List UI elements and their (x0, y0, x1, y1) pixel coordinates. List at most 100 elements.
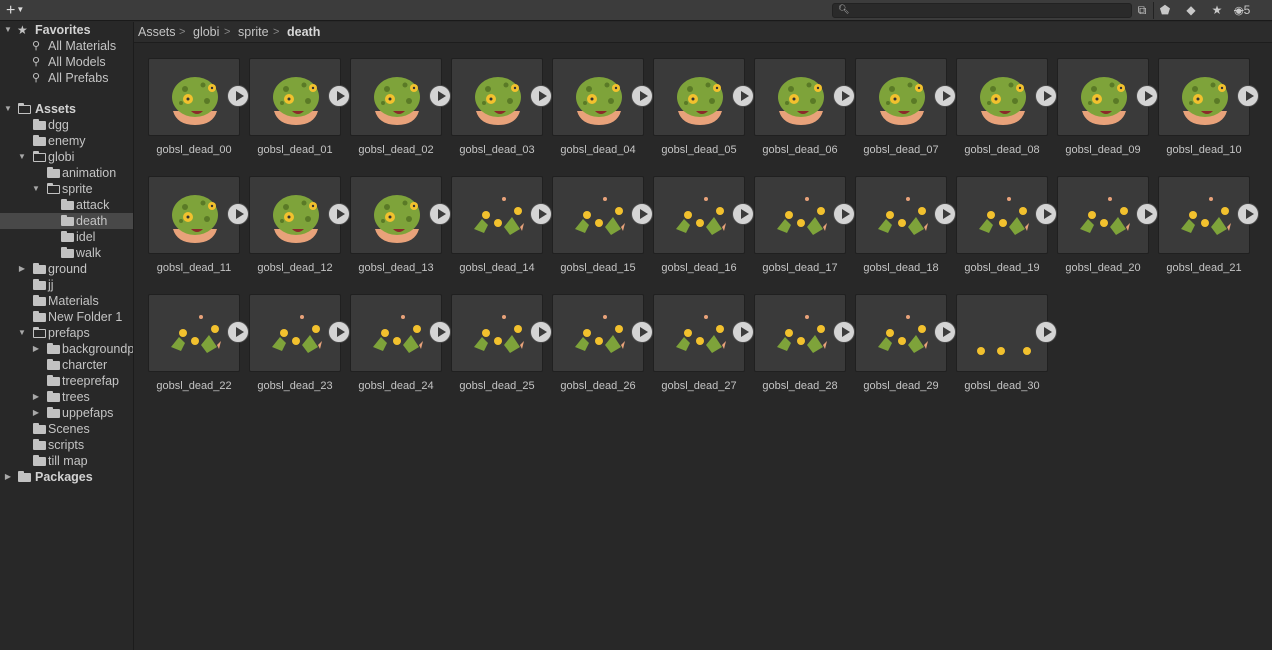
search-field[interactable]: 🔍︎ (832, 3, 1132, 18)
play-animation-icon[interactable] (833, 321, 855, 343)
play-animation-icon[interactable] (429, 321, 451, 343)
breadcrumb-globi[interactable]: globi (193, 24, 219, 40)
play-animation-icon[interactable] (934, 85, 956, 107)
tree-item-packages[interactable]: ▶ Packages (0, 469, 133, 485)
play-animation-icon[interactable] (227, 203, 249, 225)
asset-item[interactable]: gobsl_dead_03 (451, 58, 552, 160)
asset-item[interactable]: gobsl_dead_26 (552, 294, 653, 396)
play-animation-icon[interactable] (631, 321, 653, 343)
breadcrumb-sprite[interactable]: sprite (238, 24, 269, 40)
collapse-arrow-icon[interactable]: ▶ (31, 389, 41, 405)
asset-item[interactable]: gobsl_dead_30 (956, 294, 1057, 396)
tree-item-favorites[interactable]: ▼ ★ Favorites (0, 22, 133, 38)
asset-item[interactable]: gobsl_dead_24 (350, 294, 451, 396)
asset-item[interactable]: gobsl_dead_22 (148, 294, 249, 396)
tree-item-scripts[interactable]: scripts (0, 437, 133, 453)
tree-item-death[interactable]: death (0, 213, 133, 229)
asset-item[interactable]: gobsl_dead_12 (249, 176, 350, 278)
asset-item[interactable]: gobsl_dead_13 (350, 176, 451, 278)
play-animation-icon[interactable] (1136, 85, 1158, 107)
tree-item-uppefaps[interactable]: ▶ uppefaps (0, 405, 133, 421)
asset-item[interactable]: gobsl_dead_04 (552, 58, 653, 160)
play-animation-icon[interactable] (227, 85, 249, 107)
tree-item-globi[interactable]: ▼ globi (0, 149, 133, 165)
play-animation-icon[interactable] (1237, 203, 1259, 225)
asset-item[interactable]: gobsl_dead_01 (249, 58, 350, 160)
asset-item[interactable]: gobsl_dead_07 (855, 58, 956, 160)
favorite-star-icon[interactable]: ★ (1206, 2, 1228, 19)
tree-item-dgg[interactable]: dgg (0, 117, 133, 133)
collapse-arrow-icon[interactable]: ▶ (17, 261, 27, 277)
tree-item-walk[interactable]: walk (0, 245, 133, 261)
filter-by-type-icon[interactable]: ⬟ (1154, 2, 1176, 19)
tree-item-jj[interactable]: jj (0, 277, 133, 293)
play-animation-icon[interactable] (631, 203, 653, 225)
play-animation-icon[interactable] (732, 85, 754, 107)
asset-item[interactable]: gobsl_dead_17 (754, 176, 855, 278)
tree-item-idel[interactable]: idel (0, 229, 133, 245)
asset-item[interactable]: gobsl_dead_15 (552, 176, 653, 278)
tree-item-treeprefap[interactable]: treeprefap (0, 373, 133, 389)
play-animation-icon[interactable] (833, 85, 855, 107)
asset-item[interactable]: gobsl_dead_14 (451, 176, 552, 278)
asset-item[interactable]: gobsl_dead_11 (148, 176, 249, 278)
play-animation-icon[interactable] (1136, 203, 1158, 225)
tree-item-animation[interactable]: animation (0, 165, 133, 181)
breadcrumb-death[interactable]: death (287, 24, 320, 40)
asset-item[interactable]: gobsl_dead_29 (855, 294, 956, 396)
play-animation-icon[interactable] (328, 85, 350, 107)
tree-item-sprite[interactable]: ▼ sprite (0, 181, 133, 197)
play-animation-icon[interactable] (328, 321, 350, 343)
hidden-packages-toggle[interactable]: ◉5 (1234, 2, 1266, 19)
expand-arrow-icon[interactable]: ▼ (3, 22, 13, 38)
asset-item[interactable]: gobsl_dead_16 (653, 176, 754, 278)
tree-item-new-folder-1[interactable]: New Folder 1 (0, 309, 133, 325)
tree-item-all-models[interactable]: ⚲ All Models (0, 54, 133, 70)
collapse-arrow-icon[interactable]: ▶ (31, 405, 41, 421)
search-by-type-icon[interactable]: ⧉ (1131, 2, 1153, 19)
play-animation-icon[interactable] (530, 203, 552, 225)
tree-item-prefaps[interactable]: ▼ prefaps (0, 325, 133, 341)
asset-item[interactable]: gobsl_dead_06 (754, 58, 855, 160)
play-animation-icon[interactable] (227, 321, 249, 343)
asset-item[interactable]: gobsl_dead_20 (1057, 176, 1158, 278)
play-animation-icon[interactable] (1237, 85, 1259, 107)
play-animation-icon[interactable] (530, 85, 552, 107)
asset-item[interactable]: gobsl_dead_02 (350, 58, 451, 160)
asset-item[interactable]: gobsl_dead_27 (653, 294, 754, 396)
asset-item[interactable]: gobsl_dead_08 (956, 58, 1057, 160)
play-animation-icon[interactable] (429, 85, 451, 107)
asset-item[interactable]: gobsl_dead_28 (754, 294, 855, 396)
asset-item[interactable]: gobsl_dead_23 (249, 294, 350, 396)
play-animation-icon[interactable] (1035, 203, 1057, 225)
tree-item-all-prefabs[interactable]: ⚲ All Prefabs (0, 70, 133, 86)
expand-arrow-icon[interactable]: ▼ (31, 181, 41, 197)
asset-item[interactable]: gobsl_dead_00 (148, 58, 249, 160)
tree-item-attack[interactable]: attack (0, 197, 133, 213)
tree-item-ground[interactable]: ▶ ground (0, 261, 133, 277)
tree-item-backgroundp[interactable]: ▶ backgroundp (0, 341, 133, 357)
play-animation-icon[interactable] (934, 203, 956, 225)
breadcrumb-assets[interactable]: Assets (138, 24, 176, 40)
expand-arrow-icon[interactable]: ▼ (17, 149, 27, 165)
play-animation-icon[interactable] (833, 203, 855, 225)
search-input[interactable] (849, 4, 1119, 17)
tree-item-charcter[interactable]: charcter (0, 357, 133, 373)
asset-item[interactable]: gobsl_dead_21 (1158, 176, 1259, 278)
play-animation-icon[interactable] (934, 321, 956, 343)
play-animation-icon[interactable] (328, 203, 350, 225)
asset-item[interactable]: gobsl_dead_10 (1158, 58, 1259, 160)
play-animation-icon[interactable] (1035, 85, 1057, 107)
play-animation-icon[interactable] (1035, 321, 1057, 343)
collapse-arrow-icon[interactable]: ▶ (3, 469, 13, 485)
expand-arrow-icon[interactable]: ▼ (3, 101, 13, 117)
play-animation-icon[interactable] (429, 203, 451, 225)
tree-item-assets[interactable]: ▼ Assets (0, 101, 133, 117)
play-animation-icon[interactable] (732, 321, 754, 343)
tree-item-trees[interactable]: ▶ trees (0, 389, 133, 405)
play-animation-icon[interactable] (530, 321, 552, 343)
tree-item-scenes[interactable]: Scenes (0, 421, 133, 437)
filter-by-label-icon[interactable]: ◆ (1180, 2, 1202, 19)
tree-item-till-map[interactable]: till map (0, 453, 133, 469)
asset-item[interactable]: gobsl_dead_19 (956, 176, 1057, 278)
